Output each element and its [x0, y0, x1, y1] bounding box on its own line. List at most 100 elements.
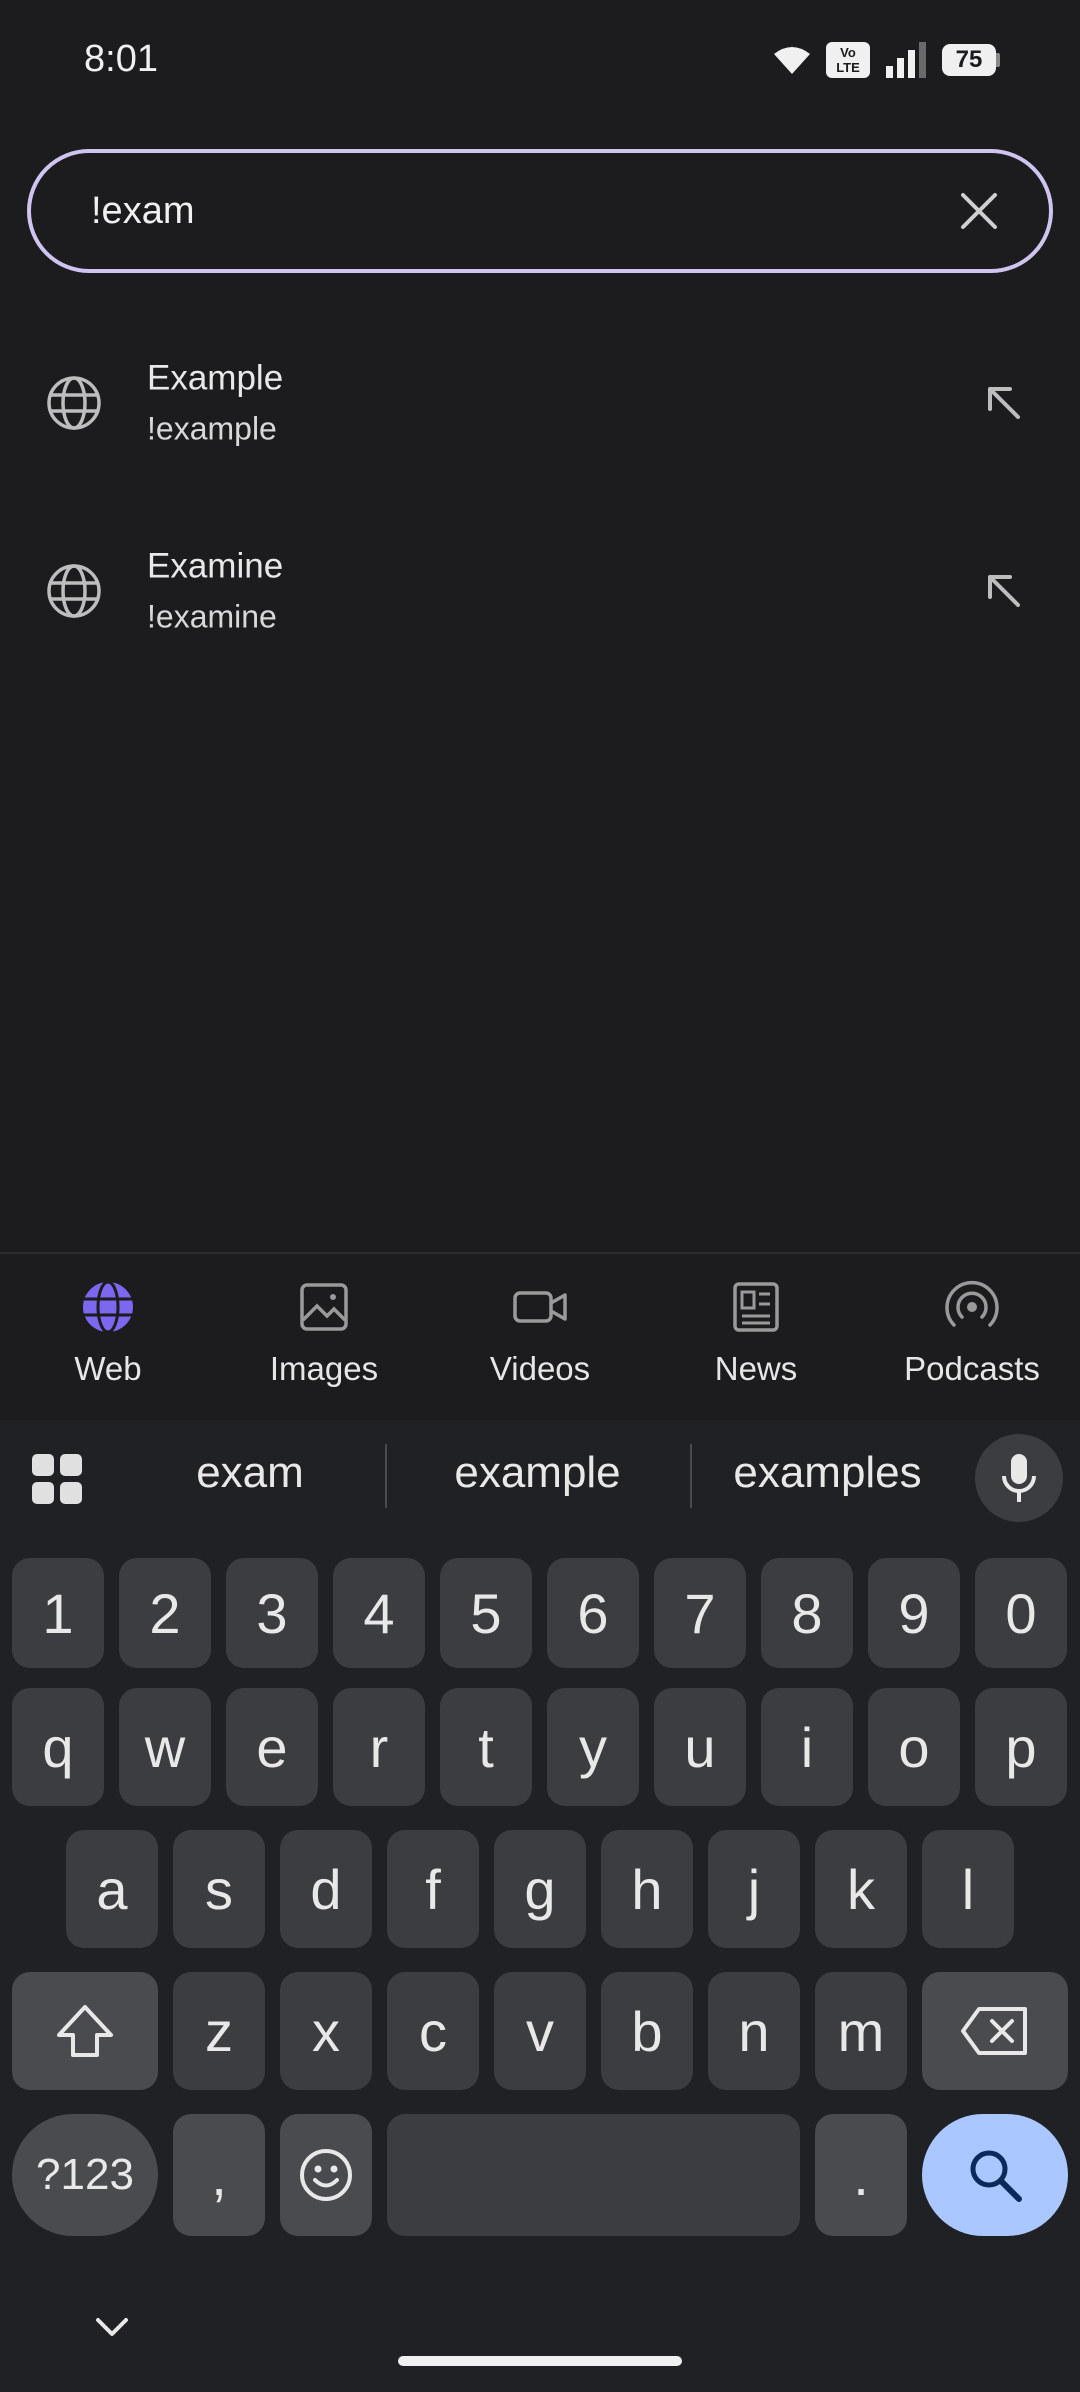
- key-1[interactable]: 1: [12, 1558, 104, 1668]
- tab-label: News: [714, 1350, 798, 1387]
- key-x[interactable]: x: [280, 1972, 372, 2090]
- globe-icon: [47, 376, 101, 430]
- tab-label: Images: [269, 1350, 379, 1387]
- key-p[interactable]: p: [975, 1688, 1067, 1806]
- symbols-key[interactable]: ?123: [12, 2114, 158, 2236]
- key-y[interactable]: y: [547, 1688, 639, 1806]
- key-g[interactable]: g: [494, 1830, 586, 1948]
- key-z[interactable]: z: [173, 1972, 265, 2090]
- emoji-icon: [300, 2149, 352, 2201]
- key-o[interactable]: o: [868, 1688, 960, 1806]
- tab-web[interactable]: Web: [0, 1254, 216, 1420]
- news-icon: [733, 1282, 779, 1332]
- key-k[interactable]: k: [815, 1830, 907, 1948]
- key-s[interactable]: s: [173, 1830, 265, 1948]
- search-key[interactable]: [922, 2114, 1068, 2236]
- key-4[interactable]: 4: [333, 1558, 425, 1668]
- suggestion-text: Example !example: [147, 359, 283, 448]
- suggestion-title: Examine: [147, 546, 284, 586]
- key-5[interactable]: 5: [440, 1558, 532, 1668]
- suggestion-item-examine[interactable]: Examine !examine: [0, 506, 1080, 676]
- voice-input-button[interactable]: [975, 1434, 1063, 1522]
- key-l[interactable]: l: [922, 1830, 1014, 1948]
- key-h[interactable]: h: [601, 1830, 693, 1948]
- key-q[interactable]: q: [12, 1688, 104, 1806]
- keyboard-suggestion-strip: exam example examples: [0, 1420, 1080, 1536]
- backspace-key[interactable]: [922, 1972, 1068, 2090]
- signal-icon: [886, 42, 926, 78]
- key-t[interactable]: t: [440, 1688, 532, 1806]
- image-icon: [300, 1283, 348, 1331]
- key-c[interactable]: c: [387, 1972, 479, 2090]
- tab-label: Podcasts: [904, 1350, 1040, 1387]
- key-n[interactable]: n: [708, 1972, 800, 2090]
- volte-icon: Vo LTE: [826, 42, 870, 78]
- battery-level: 75: [942, 44, 996, 76]
- key-v[interactable]: v: [494, 1972, 586, 2090]
- suggestion-item-example[interactable]: Example !example: [0, 318, 1080, 488]
- key-b[interactable]: b: [601, 1972, 693, 2090]
- key-j[interactable]: j: [708, 1830, 800, 1948]
- key-a[interactable]: a: [66, 1830, 158, 1948]
- shift-key[interactable]: [12, 1972, 158, 2090]
- key-u[interactable]: u: [654, 1688, 746, 1806]
- key-e[interactable]: e: [226, 1688, 318, 1806]
- keyboard-suggestion[interactable]: examples: [705, 1448, 950, 1498]
- fill-query-arrow-icon[interactable]: [980, 567, 1028, 615]
- space-key[interactable]: [387, 2114, 800, 2236]
- microphone-icon: [1002, 1454, 1036, 1502]
- search-input[interactable]: !exam: [91, 190, 949, 233]
- fill-query-arrow-icon[interactable]: [980, 379, 1028, 427]
- globe-icon: [47, 564, 101, 618]
- suggestion-bang: !example: [147, 410, 277, 447]
- search-type-tabbar: Web Images Videos News Podcasts: [0, 1252, 1080, 1420]
- podcast-icon: [945, 1280, 999, 1327]
- close-icon: [961, 193, 997, 229]
- suggestion-title: Example: [147, 358, 284, 398]
- status-time: 8:01: [84, 38, 158, 80]
- key-8[interactable]: 8: [761, 1558, 853, 1668]
- suggestion-divider: [385, 1444, 387, 1508]
- key-7[interactable]: 7: [654, 1558, 746, 1668]
- comma-key[interactable]: ,: [173, 2114, 265, 2236]
- backspace-icon: [961, 2007, 1027, 2055]
- suggestion-divider: [690, 1444, 692, 1508]
- battery-icon: 75: [942, 44, 1000, 76]
- clear-button[interactable]: [949, 181, 1009, 241]
- key-f[interactable]: f: [387, 1830, 479, 1948]
- key-2[interactable]: 2: [119, 1558, 211, 1668]
- apps-grid-icon[interactable]: [30, 1452, 84, 1506]
- suggestion-text: Examine !examine: [147, 547, 283, 636]
- shift-icon: [57, 2005, 113, 2057]
- search-icon: [970, 2150, 1022, 2202]
- tab-news[interactable]: News: [648, 1254, 864, 1420]
- tab-videos[interactable]: Videos: [432, 1254, 648, 1420]
- key-d[interactable]: d: [280, 1830, 372, 1948]
- status-icons: Vo LTE 75: [772, 42, 1000, 78]
- tab-images[interactable]: Images: [216, 1254, 432, 1420]
- home-indicator[interactable]: [398, 2356, 682, 2366]
- tab-label: Videos: [489, 1350, 591, 1387]
- period-key[interactable]: .: [815, 2114, 907, 2236]
- key-0[interactable]: 0: [975, 1558, 1067, 1668]
- key-w[interactable]: w: [119, 1688, 211, 1806]
- keyboard-suggestion[interactable]: exam: [140, 1448, 360, 1498]
- key-9[interactable]: 9: [868, 1558, 960, 1668]
- keyboard-suggestion[interactable]: example: [420, 1448, 655, 1498]
- tab-podcasts[interactable]: Podcasts: [864, 1254, 1080, 1420]
- tab-label: Web: [74, 1350, 142, 1387]
- search-field[interactable]: !exam: [27, 149, 1053, 273]
- suggestion-bang: !examine: [147, 598, 277, 635]
- wifi-icon: [774, 47, 810, 74]
- key-r[interactable]: r: [333, 1688, 425, 1806]
- status-bar: 8:01 Vo LTE 75: [0, 0, 1080, 125]
- key-m[interactable]: m: [815, 1972, 907, 2090]
- emoji-key[interactable]: [280, 2114, 372, 2236]
- key-6[interactable]: 6: [547, 1558, 639, 1668]
- key-i[interactable]: i: [761, 1688, 853, 1806]
- chevron-down-icon[interactable]: [92, 2308, 132, 2348]
- on-screen-keyboard: exam example examples 1 2 3 4 5 6 7 8 9 …: [0, 1420, 1080, 2392]
- key-3[interactable]: 3: [226, 1558, 318, 1668]
- battery-tip: [996, 53, 1000, 67]
- video-icon: [513, 1291, 567, 1323]
